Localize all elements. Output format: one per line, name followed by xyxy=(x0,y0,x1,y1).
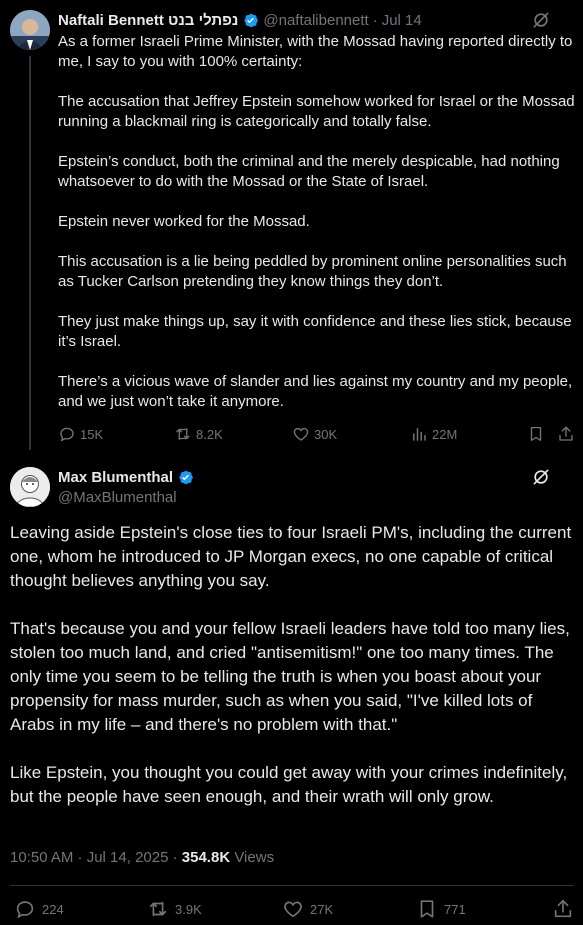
bennett-header: Naftali Bennett נפתלי בנט @naftalibennet… xyxy=(58,10,422,30)
reply-button[interactable]: 224 xyxy=(14,898,64,920)
like-count: 27K xyxy=(310,901,334,917)
bennett-avatar[interactable] xyxy=(10,10,50,50)
divider xyxy=(10,885,573,886)
share-button[interactable] xyxy=(557,425,579,443)
blumenthal-handle-row: @MaxBlumenthal xyxy=(58,487,177,507)
blumenthal-display-name[interactable]: Max Blumenthal xyxy=(58,469,173,486)
verified-badge-icon xyxy=(242,12,259,29)
repost-button[interactable]: 8.2K xyxy=(174,425,223,443)
tweet-meta: 10:50 AM · Jul 14, 2025 · 354.8K Views xyxy=(10,849,274,866)
reply-count: 224 xyxy=(42,901,64,917)
tweet-timestamp[interactable]: 10:50 AM · Jul 14, 2025 xyxy=(10,849,168,866)
bookmark-button[interactable]: 771 xyxy=(416,898,466,920)
repost-icon xyxy=(176,428,190,440)
share-icon xyxy=(559,426,573,441)
like-button[interactable]: 27K xyxy=(282,898,333,920)
bookmark-icon xyxy=(420,900,434,918)
bookmark-icon xyxy=(530,426,542,442)
blumenthal-avatar[interactable] xyxy=(10,467,50,507)
blumenthal-paragraph: That's because you and your fellow Israe… xyxy=(10,619,570,734)
repost-button[interactable]: 3.9K xyxy=(147,898,202,920)
reply-icon xyxy=(60,427,74,442)
views-total: 354.8K xyxy=(181,849,231,866)
bennett-paragraph: Epstein never worked for the Mossad. xyxy=(58,213,310,230)
views-count: 22M xyxy=(432,426,458,442)
bennett-paragraph: This accusation is a lie being peddled b… xyxy=(58,253,567,290)
dot-separator: · xyxy=(372,11,378,29)
thread-connector-line xyxy=(29,56,31,450)
bookmark-button[interactable] xyxy=(527,425,549,443)
bennett-paragraph: There’s a vicious wave of slander and li… xyxy=(58,373,573,410)
repost-icon xyxy=(149,901,167,917)
views-icon xyxy=(413,428,426,441)
reply-button[interactable]: 15K xyxy=(58,425,103,443)
grok-icon[interactable] xyxy=(531,467,551,487)
blumenthal-paragraph: Like Epstein, you thought you could get … xyxy=(10,763,568,806)
views-label: Views xyxy=(234,849,275,866)
bennett-date[interactable]: Jul 14 xyxy=(382,12,422,29)
reply-icon xyxy=(16,901,34,919)
bennett-paragraph: The accusation that Jeffrey Epstein some… xyxy=(58,93,575,130)
bennett-paragraph: They just make things up, say it with co… xyxy=(58,313,572,350)
share-icon xyxy=(554,899,572,918)
reply-count: 15K xyxy=(80,426,104,442)
repost-count: 3.9K xyxy=(175,901,202,917)
dot-separator: · xyxy=(172,849,182,866)
verified-badge-icon xyxy=(177,469,194,486)
bennett-paragraph: Epstein’s conduct, both the criminal and… xyxy=(58,153,560,190)
like-icon xyxy=(293,427,309,441)
bennett-display-name[interactable]: Naftali Bennett נפתלי בנט xyxy=(58,12,238,29)
blumenthal-handle[interactable]: @MaxBlumenthal xyxy=(58,489,177,506)
like-icon xyxy=(284,901,302,918)
bennett-handle[interactable]: @naftalibennett xyxy=(263,12,368,29)
like-count: 30K xyxy=(314,426,338,442)
bennett-paragraph: As a former Israeli Prime Minister, with… xyxy=(58,33,573,70)
share-button[interactable] xyxy=(552,898,580,920)
blumenthal-header: Max Blumenthal xyxy=(58,467,194,487)
views-button[interactable]: 22M xyxy=(410,425,457,443)
repost-count: 8.2K xyxy=(196,426,223,442)
bookmark-count: 771 xyxy=(444,901,466,917)
blumenthal-paragraph: Leaving aside Epstein's close ties to fo… xyxy=(10,523,572,590)
grok-icon[interactable] xyxy=(531,10,551,30)
like-button[interactable]: 30K xyxy=(292,425,337,443)
